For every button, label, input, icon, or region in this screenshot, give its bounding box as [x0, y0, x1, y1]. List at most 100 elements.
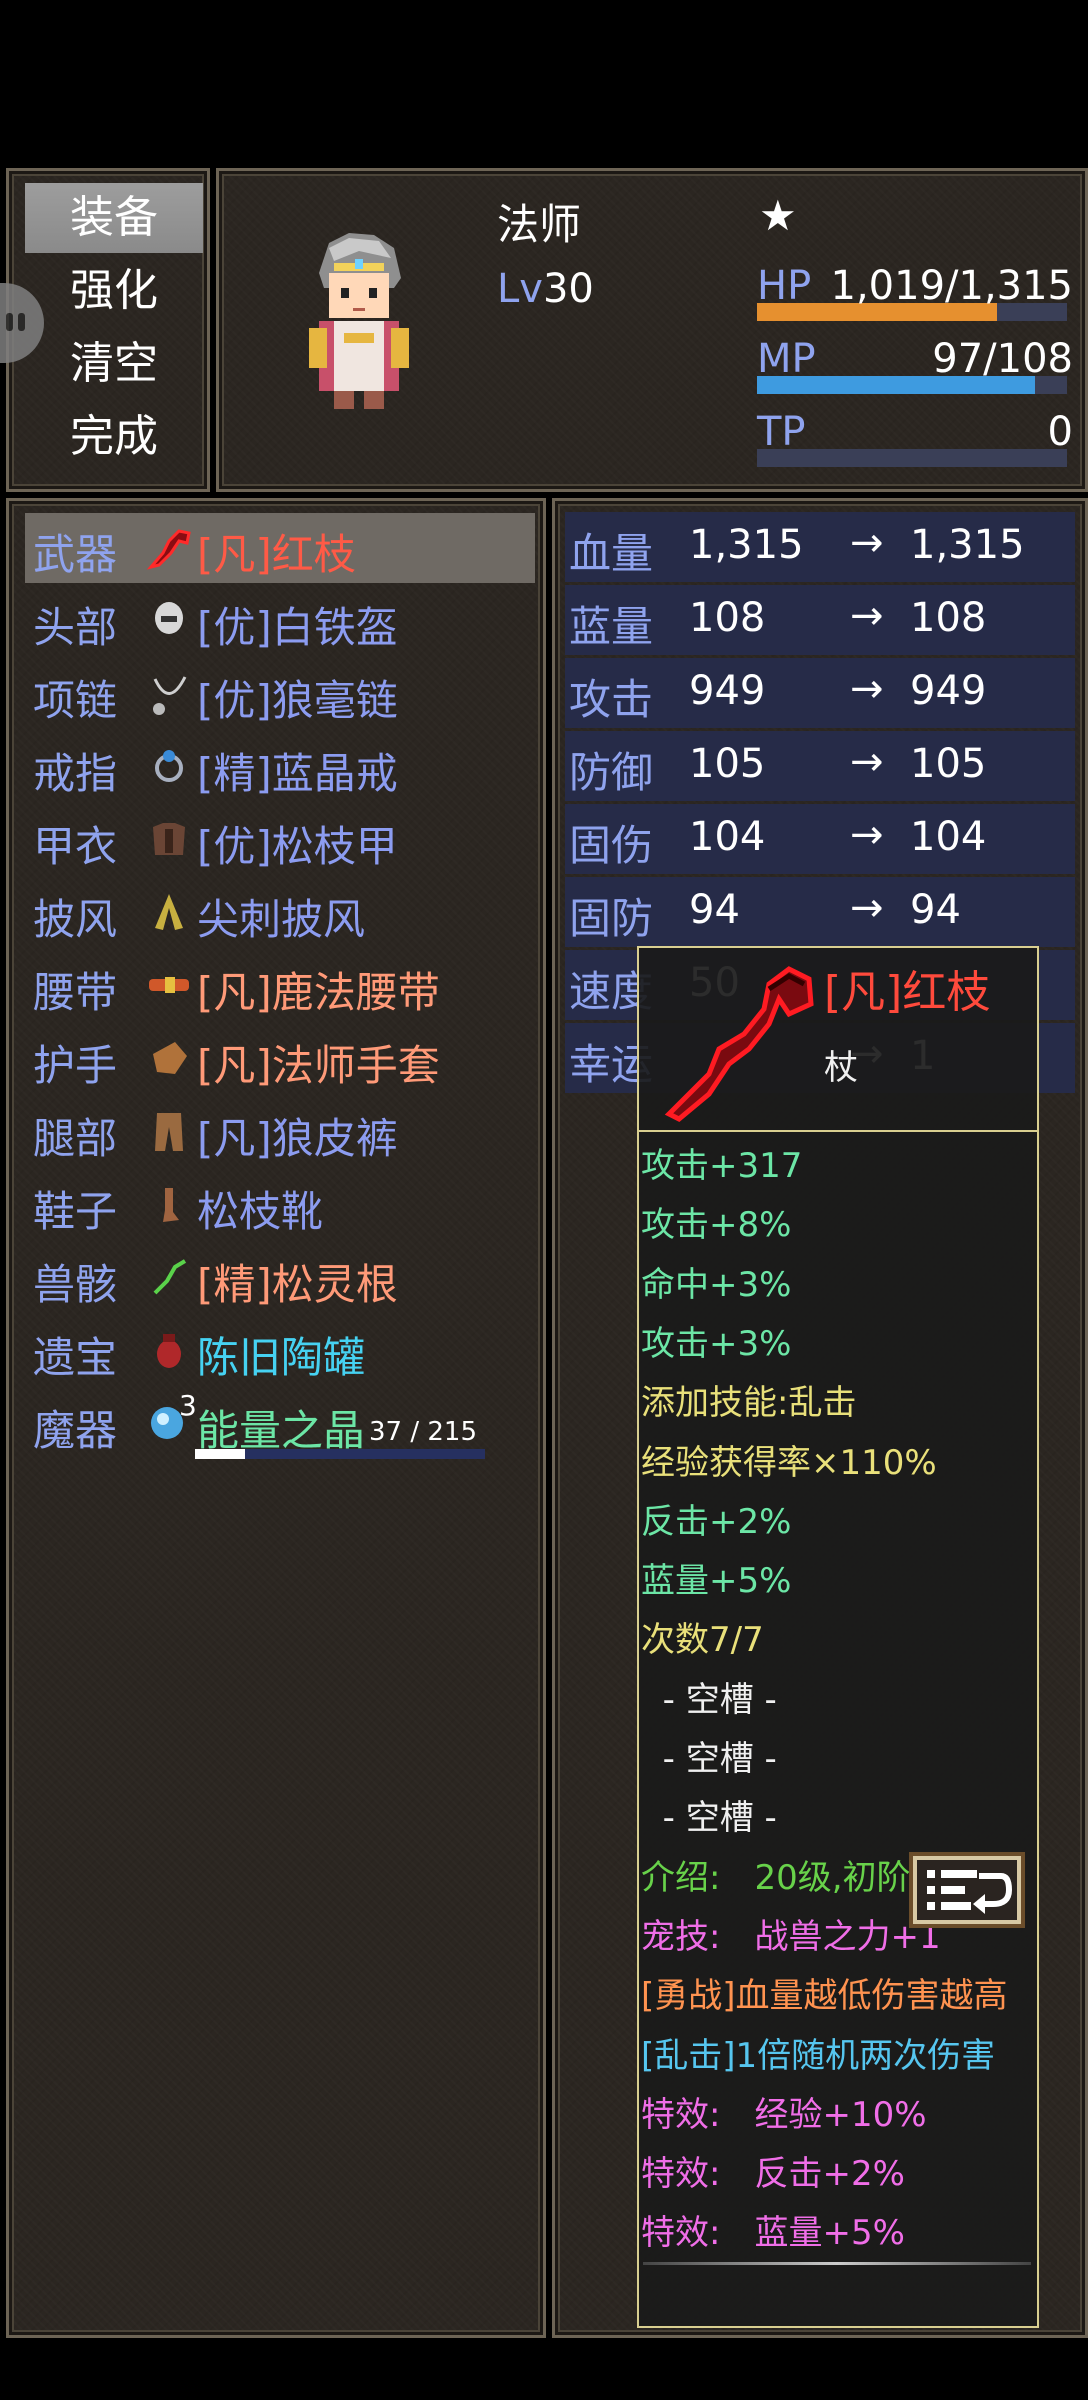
- tooltip-line: 攻击+317: [641, 1146, 803, 1186]
- level-value: 30: [542, 266, 594, 312]
- belt-icon: [149, 977, 189, 993]
- tooltip-item-type: 杖: [824, 1048, 858, 1088]
- equip-slot-label: 项链: [33, 676, 118, 725]
- tooltip-line: 经验获得率×110%: [641, 1442, 937, 1483]
- stat-arrow-icon: →: [850, 593, 884, 639]
- tooltip-line: 特效: 蓝量+5%: [641, 2213, 905, 2254]
- character-avatar: [299, 233, 419, 413]
- tooltip-line: 攻击+3%: [641, 1323, 792, 1364]
- stat-after: 94: [910, 887, 961, 933]
- glove-icon: [153, 1042, 187, 1074]
- equip-slot-label: 护手: [33, 1041, 118, 1090]
- equip-slot-label: 披风: [33, 895, 118, 944]
- stat-before: 1,315: [689, 522, 804, 568]
- exp-progress-text: 37 / 215: [369, 1417, 477, 1447]
- equip-slot-row[interactable]: 项链 [优]狼毫链: [25, 659, 535, 729]
- tooltip-line: - 空槽 -: [641, 1679, 777, 1720]
- stat-before: 94: [689, 887, 740, 933]
- equip-slot-label: 遗宝: [33, 1333, 118, 1382]
- mp-label: MP: [757, 336, 816, 382]
- stat-row: 防御 105 → 105: [565, 731, 1075, 801]
- equip-slot-row[interactable]: 头部 [优]白铁盔: [25, 586, 535, 656]
- equip-slot-row[interactable]: 披风 尖刺披风: [25, 878, 535, 948]
- equip-slot-label: 腰带: [33, 968, 118, 1017]
- equip-item-name: [精]蓝晶戒: [197, 749, 398, 798]
- equip-item-name: [优]白铁盔: [197, 603, 398, 652]
- equip-slot-row[interactable]: 遗宝 陈旧陶罐: [25, 1316, 535, 1386]
- menu-done-button[interactable]: 完成: [25, 402, 203, 472]
- tooltip-line: 特效: 经验+10%: [641, 2094, 927, 2135]
- tooltip-item-name: [凡]红枝: [824, 967, 991, 1018]
- stat-after: 108: [910, 595, 987, 641]
- jar-icon: [157, 1334, 181, 1368]
- stat-arrow-icon: →: [850, 520, 884, 566]
- stat-before: 105: [689, 741, 766, 787]
- stat-after: 105: [910, 741, 987, 787]
- menu-clear-button[interactable]: 清空: [25, 329, 203, 399]
- stat-row: 固伤 104 → 104: [565, 804, 1075, 874]
- menu-enhance-button[interactable]: 强化: [25, 256, 203, 326]
- star-rank-icon: ★: [759, 191, 797, 240]
- equip-slot-row[interactable]: 戒指 [精]蓝晶戒: [25, 732, 535, 802]
- character-panel: 法师 ★ Lv30 HP 1,019/1,315 MP 97/108 TP 0: [216, 168, 1088, 492]
- equip-item-name: [凡]鹿法腰带: [197, 968, 440, 1017]
- tooltip-line: 添加技能:乱击: [641, 1383, 857, 1424]
- equip-slot-row[interactable]: 魔器 能量之晶 3 37 / 215: [25, 1389, 535, 1459]
- equip-slot-row[interactable]: 武器 [凡]红枝: [25, 513, 535, 583]
- equip-slot-row[interactable]: 腿部 [凡]狼皮裤: [25, 1097, 535, 1167]
- equip-item-name: [精]松灵根: [197, 1260, 398, 1309]
- equip-slot-row[interactable]: 兽骸 [精]松灵根: [25, 1243, 535, 1313]
- equip-item-name: [凡]红枝: [197, 530, 356, 579]
- stat-label: 血量: [569, 529, 654, 578]
- stat-arrow-icon: →: [850, 666, 884, 712]
- equip-item-name: 松枝靴: [197, 1187, 324, 1236]
- swap-equipment-button[interactable]: [909, 1852, 1025, 1928]
- tooltip-line: 介绍: 20级,初阶: [641, 1857, 911, 1898]
- hp-value: 1,019/1,315: [830, 263, 1074, 309]
- stat-arrow-icon: →: [850, 812, 884, 858]
- equip-slot-label: 武器: [33, 530, 118, 579]
- stat-before: 949: [689, 668, 766, 714]
- menu-equip-button[interactable]: 装备: [25, 183, 203, 253]
- stat-label: 蓝量: [569, 602, 654, 651]
- equip-slot-label: 鞋子: [33, 1187, 118, 1236]
- stat-after: 949: [910, 668, 987, 714]
- tooltip-line: [勇战]血量越低伤害越高: [641, 1976, 1008, 2017]
- equip-item-name: 尖刺披风: [197, 895, 366, 944]
- helmet-icon: [155, 602, 183, 634]
- stat-arrow-icon: →: [850, 739, 884, 785]
- stat-label: 固伤: [569, 821, 654, 870]
- item-tooltip: [凡]红枝 杖 攻击+317 攻击+8% 命中+3% 攻击+3% 添加技能:乱击经验获得…: [637, 946, 1039, 2328]
- equip-item-name: [凡]法师手套: [197, 1041, 440, 1090]
- stat-arrow-icon: →: [850, 885, 884, 931]
- equip-slot-row[interactable]: 甲衣 [优]松枝甲: [25, 805, 535, 875]
- equip-slot-row[interactable]: 护手 [凡]法师手套: [25, 1024, 535, 1094]
- exp-progress-fill: [195, 1449, 245, 1459]
- root-icon: [153, 1259, 187, 1295]
- equip-slot-row[interactable]: 腰带 [凡]鹿法腰带: [25, 951, 535, 1021]
- tooltip-line: [乱击]1倍随机两次伤害: [641, 2035, 996, 2076]
- equip-slot-label: 魔器: [33, 1406, 118, 1455]
- staff-icon: [664, 966, 814, 1122]
- stat-label: 防御: [569, 748, 654, 797]
- stat-label: 固防: [569, 894, 654, 943]
- level-prefix: Lv: [497, 266, 543, 312]
- stat-row: 攻击 949 → 949: [565, 658, 1075, 728]
- class-name: 法师: [497, 200, 582, 249]
- tooltip-line: 特效: 反击+2%: [641, 2154, 905, 2195]
- level-display: Lv30: [497, 266, 594, 312]
- tooltip-line: 命中+3%: [641, 1264, 792, 1305]
- stat-after: 1,315: [910, 522, 1025, 568]
- tooltip-line: 次数7/7: [641, 1620, 764, 1661]
- stat-row: 固防 94 → 94: [565, 877, 1075, 947]
- equip-slot-row[interactable]: 鞋子 松枝靴: [25, 1170, 535, 1240]
- equip-slot-label: 甲衣: [33, 822, 118, 871]
- equip-slot-label: 头部: [33, 603, 118, 652]
- tp-value: 0: [1047, 409, 1073, 455]
- tooltip-divider: [643, 2262, 1031, 2265]
- tooltip-line: 攻击+8%: [641, 1205, 792, 1246]
- equip-item-name: [凡]狼皮裤: [197, 1114, 398, 1163]
- pants-icon: [155, 1113, 183, 1151]
- tp-label: TP: [757, 409, 806, 455]
- item-count: 3: [179, 1389, 197, 1422]
